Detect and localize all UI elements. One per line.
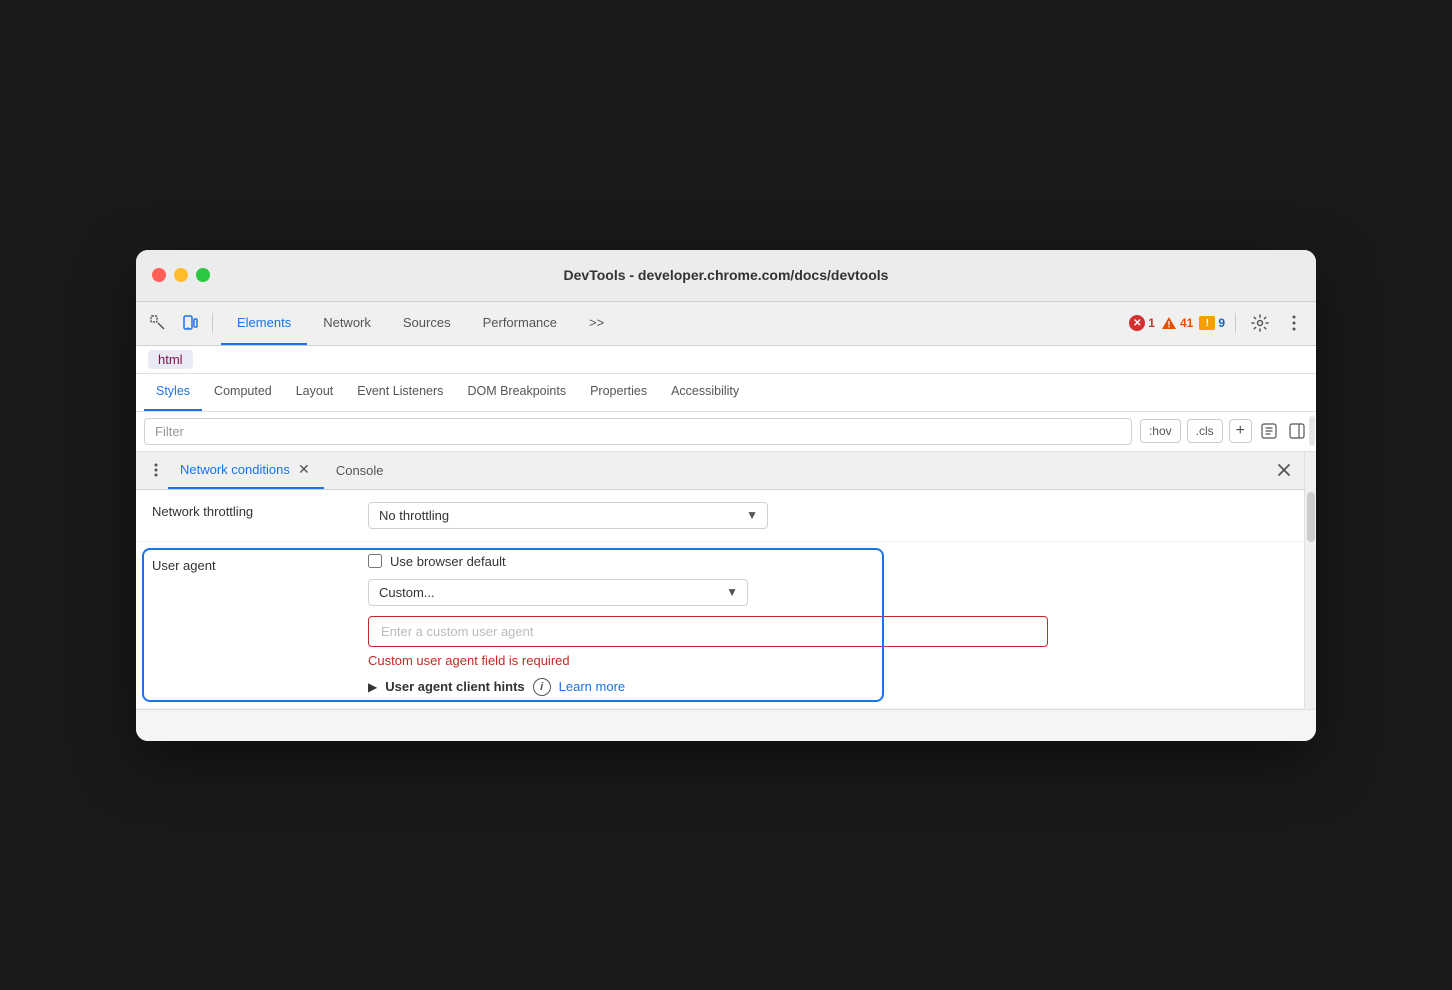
throttling-select-wrapper: No throttling ▼ — [368, 502, 768, 529]
settings-icon[interactable] — [1246, 309, 1274, 337]
drawer-tab-network-conditions[interactable]: Network conditions ✕ — [168, 452, 324, 490]
drawer-menu-button[interactable] — [144, 458, 168, 482]
subtab-accessibility[interactable]: Accessibility — [659, 373, 751, 411]
client-hints-row: ▶ User agent client hints i Learn more — [368, 678, 1288, 696]
use-browser-default-row: Use browser default — [368, 554, 1288, 569]
custom-user-agent-input[interactable] — [368, 616, 1048, 647]
toggle-sidebar-icon[interactable] — [1286, 420, 1308, 442]
hov-button[interactable]: :hov — [1140, 419, 1181, 443]
scrollbar-indicator — [1309, 416, 1315, 446]
right-scrollbar[interactable] — [1304, 452, 1316, 709]
hints-label: User agent client hints — [385, 679, 524, 694]
hints-info-icon[interactable]: i — [533, 678, 551, 696]
warning-badge[interactable]: ! 41 — [1161, 316, 1193, 330]
drawer-tab-close[interactable]: ✕ — [296, 461, 312, 477]
filter-input[interactable] — [144, 418, 1132, 445]
tab-more[interactable]: >> — [573, 301, 620, 345]
tab-sources[interactable]: Sources — [387, 301, 467, 345]
nc-content: Network throttling No throttling ▼ — [136, 490, 1304, 709]
hints-expand-icon[interactable]: ▶ — [368, 680, 377, 694]
main-area: Network conditions ✕ Console Network — [136, 452, 1316, 709]
network-throttling-control: No throttling ▼ — [368, 502, 1288, 529]
toolbar-divider-1 — [212, 313, 213, 333]
subtab-bar: Styles Computed Layout Event Listeners D… — [136, 374, 1316, 412]
titlebar: DevTools - developer.chrome.com/docs/dev… — [136, 250, 1316, 302]
error-icon: ✕ — [1129, 315, 1145, 331]
devtools-toolbar: Elements Network Sources Performance >> … — [136, 302, 1316, 346]
warning-icon: ! — [1161, 316, 1177, 330]
tab-performance[interactable]: Performance — [467, 301, 573, 345]
breadcrumb-bar: html — [136, 346, 1316, 374]
add-style-rule-button[interactable]: + — [1229, 419, 1252, 443]
filter-bar: :hov .cls + — [136, 412, 1316, 452]
network-throttling-row: Network throttling No throttling ▼ — [136, 490, 1304, 542]
drawer-close-button[interactable] — [1272, 458, 1296, 482]
more-options-icon[interactable] — [1280, 309, 1308, 337]
subtab-dom-breakpoints[interactable]: DOM Breakpoints — [455, 373, 578, 411]
user-agent-dropdown-wrapper: Custom... Chrome - Android Mobile Chrome… — [368, 579, 748, 606]
throttling-select[interactable]: No throttling — [368, 502, 768, 529]
new-style-rule-icon[interactable] — [1258, 420, 1280, 442]
use-browser-default-checkbox[interactable] — [368, 554, 382, 568]
minimize-button[interactable] — [174, 268, 188, 282]
subtab-properties[interactable]: Properties — [578, 373, 659, 411]
subtab-layout[interactable]: Layout — [284, 373, 346, 411]
drawer-tabbar: Network conditions ✕ Console — [136, 452, 1304, 490]
window-title: DevTools - developer.chrome.com/docs/dev… — [564, 267, 889, 283]
info-badge[interactable]: ! 9 — [1199, 316, 1225, 330]
scrollbar-thumb — [1307, 492, 1315, 542]
device-toolbar-icon[interactable] — [176, 309, 204, 337]
use-browser-default-label: Use browser default — [390, 554, 506, 569]
window-controls — [152, 268, 210, 282]
svg-text:!: ! — [1167, 320, 1170, 330]
user-agent-control: Use browser default Custom... Chrome - A… — [368, 554, 1288, 696]
user-agent-error-text: Custom user agent field is required — [368, 653, 1288, 668]
network-throttling-label: Network throttling — [152, 502, 352, 519]
close-button[interactable] — [152, 268, 166, 282]
cls-button[interactable]: .cls — [1187, 419, 1223, 443]
subtab-event-listeners[interactable]: Event Listeners — [345, 373, 455, 411]
drawer-tab-console[interactable]: Console — [324, 452, 396, 490]
user-agent-dropdown[interactable]: Custom... Chrome - Android Mobile Chrome… — [368, 579, 748, 606]
user-agent-row: User agent Use browser default Custom...… — [136, 542, 1304, 709]
user-agent-label: User agent — [152, 554, 352, 573]
subtab-computed[interactable]: Computed — [202, 373, 284, 411]
toolbar-divider-2 — [1235, 313, 1236, 333]
devtools-window: DevTools - developer.chrome.com/docs/dev… — [136, 250, 1316, 741]
drawer-tab-label: Network conditions — [180, 462, 290, 477]
maximize-button[interactable] — [196, 268, 210, 282]
breadcrumb-tag[interactable]: html — [148, 350, 193, 369]
filter-actions: :hov .cls + — [1140, 419, 1308, 443]
main-content: Network conditions ✕ Console Network — [136, 452, 1304, 709]
tab-navigation: Elements Network Sources Performance >> — [221, 301, 1125, 345]
inspect-element-icon[interactable] — [144, 309, 172, 337]
bottom-bar — [136, 709, 1316, 741]
tab-elements[interactable]: Elements — [221, 301, 307, 345]
learn-more-link[interactable]: Learn more — [559, 679, 625, 694]
info-icon-badge: ! — [1199, 316, 1215, 330]
toolbar-right: ✕ 1 ! 41 ! 9 — [1129, 309, 1308, 337]
error-badge[interactable]: ✕ 1 — [1129, 315, 1155, 331]
subtab-styles[interactable]: Styles — [144, 373, 202, 411]
tab-network[interactable]: Network — [307, 301, 387, 345]
